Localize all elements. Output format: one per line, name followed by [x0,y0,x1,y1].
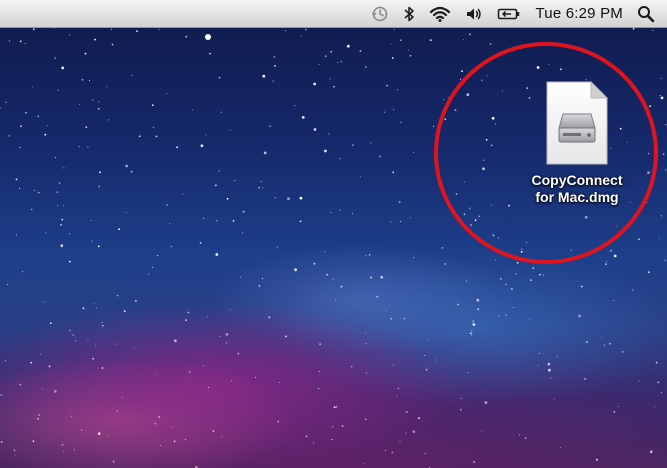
menu-bar-clock[interactable]: Tue 6:29 PM [535,0,623,27]
file-name-label: CopyConnect for Mac.dmg [510,172,644,206]
desktop-file-copyconnect-dmg[interactable]: CopyConnect for Mac.dmg [510,80,644,220]
mac-screen: Tue 6:29 PM CopyConnect for Mac.dmg [0,0,667,468]
spotlight-search-icon[interactable] [637,0,655,27]
battery-icon[interactable] [497,0,521,27]
time-machine-icon[interactable] [371,0,389,27]
wifi-icon[interactable] [429,0,451,27]
menu-bar-status-area: Tue 6:29 PM [357,0,667,27]
starfield [0,27,667,468]
menu-bar: Tue 6:29 PM [0,0,667,28]
disk-image-file-icon [546,80,609,165]
bluetooth-icon[interactable] [403,0,415,27]
file-name-line-2: for Mac.dmg [535,189,619,205]
desktop-wallpaper [0,0,667,468]
volume-icon[interactable] [465,0,483,27]
file-name-line-1: CopyConnect [531,172,623,188]
